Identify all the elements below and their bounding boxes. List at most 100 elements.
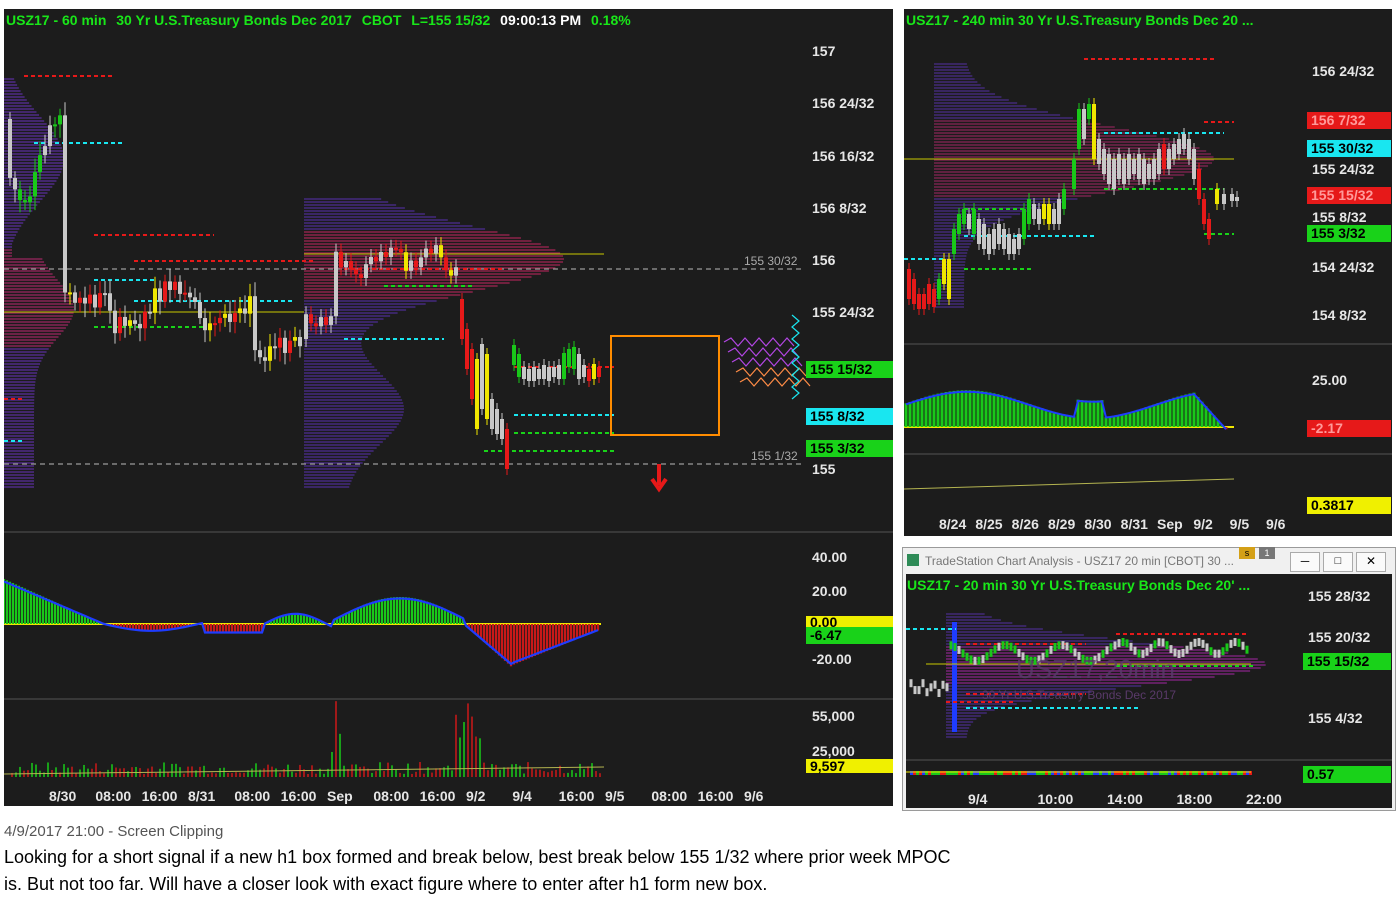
candle-body [1215,189,1219,204]
candle-body [532,367,536,381]
chart-watermark-name: 30 Yr U.S.Treasury Bonds Dec 2017 [982,688,1177,702]
candle-body [572,347,576,369]
candle-body [319,317,323,327]
candle-body [1225,643,1229,652]
candle-body [1189,641,1193,650]
candle-body [989,648,993,657]
candle-body [1052,209,1056,224]
candle-body [344,260,348,268]
minimize-button[interactable]: ─ [1290,552,1320,572]
candle-body [414,260,418,268]
time-axis-label: 14:00 [1107,791,1143,807]
candle-body [582,365,586,377]
candle-body [113,310,117,334]
price-axis-label: 155 20/32 [1308,629,1371,645]
price-axis-label: 154 8/32 [1312,307,1367,323]
projection-zigzag [731,357,803,367]
candle-body [374,257,378,262]
close-button[interactable]: ✕ [1356,552,1386,572]
chart-time: 09:00:13 PM [500,12,582,28]
candle-body [283,337,287,353]
price-axis-label: 156 [812,252,836,268]
h4-chart-panel[interactable]: USZ17 - 240 min 30 Yr U.S.Treasury Bonds… [904,9,1392,536]
candle-body [133,320,137,324]
h4-chart-header: USZ17 - 240 min 30 Yr U.S.Treasury Bonds… [906,12,1254,28]
time-axis-label: 8/30 [1084,516,1112,532]
candle-body [88,294,92,304]
candle-body [1049,645,1053,654]
price-axis-label: 155 24/32 [1312,161,1375,177]
volume-value-tag: 9,597 [806,759,893,773]
candle-body [334,251,338,317]
candle-body [38,155,42,173]
candle-body [925,688,929,697]
candle-body [987,234,991,254]
candle-body [329,316,333,325]
candle-body [324,317,328,325]
candle-body [1235,197,1239,201]
down-arrow-icon [650,464,668,493]
candle-body [1007,234,1011,254]
last-price-tag: 155 15/32 [1303,653,1391,670]
candle-body [1107,154,1111,184]
m20-chart-panel[interactable]: USZ17 - 20 min 30 Yr U.S.Treasury Bonds … [906,574,1392,808]
osc-value-tag: -2.17 [1307,420,1391,437]
candle-body [1072,159,1076,189]
time-axis-label: 9/2 [1193,516,1213,532]
price-axis-label: 156 8/32 [812,200,867,216]
osc-axis-label: 40.00 [812,549,848,565]
candle-body [1062,189,1066,209]
candle-body [945,683,949,692]
time-axis-label: 08:00 [651,788,688,804]
window-titlebar[interactable]: TradeStation Chart Analysis - USZ17 20 m… [903,547,1395,574]
m20-chart-window[interactable]: TradeStation Chart Analysis - USZ17 20 m… [902,547,1396,811]
candle-body [8,119,12,178]
candle-body [480,344,484,409]
time-axis-label: 9/6 [744,788,764,804]
candle-body [542,365,546,379]
candle-body [248,296,252,314]
candle-body [424,248,428,258]
candle-body [1161,638,1165,647]
candle-body [907,269,911,299]
time-axis-label: 9/5 [1229,516,1250,532]
price-axis-label: 154 24/32 [1312,259,1375,275]
candle-body [168,281,172,290]
candle-body [1147,164,1151,179]
main-chart-panel[interactable]: USZ17 - 60 min 30 Yr U.S.Treasury Bonds … [4,9,893,806]
candle-body [1032,204,1036,219]
candle-body [921,679,925,688]
maximize-button[interactable]: □ [1323,552,1353,572]
m20-chart-header: USZ17 - 20 min 30 Yr U.S.Treasury Bonds … [907,577,1251,593]
candle-body [309,314,313,324]
candle-body [1182,134,1186,149]
candle-body [188,292,192,298]
time-axis-label: 8/26 [1011,516,1039,532]
candle-body [163,281,167,302]
candle-body [384,251,388,258]
window-link-icon[interactable]: 1 [1259,547,1275,559]
projection-zigzag [727,347,799,357]
candle-body [460,299,464,339]
candle-body [965,652,969,661]
candle-body [268,346,272,361]
candle-body [379,251,383,262]
candle-body [173,281,177,290]
candle-body [1061,641,1065,650]
chart-change-percent: 0.18% [591,12,631,28]
candle-body [981,655,985,664]
candle-body [587,369,591,381]
price-axis-label: 155 [812,461,836,477]
window-s-icon[interactable]: s [1239,547,1255,559]
candle-body [1177,649,1181,658]
candle-body [314,323,318,327]
candle-body [288,340,292,353]
candle-body [273,346,277,349]
candle-body [1122,159,1126,184]
candle-body [927,284,931,304]
candle-body [28,196,32,203]
candle-body [258,350,262,358]
time-axis-label: 10:00 [1037,791,1074,807]
candle-body [83,297,87,304]
main-chart-canvas[interactable] [4,9,893,806]
